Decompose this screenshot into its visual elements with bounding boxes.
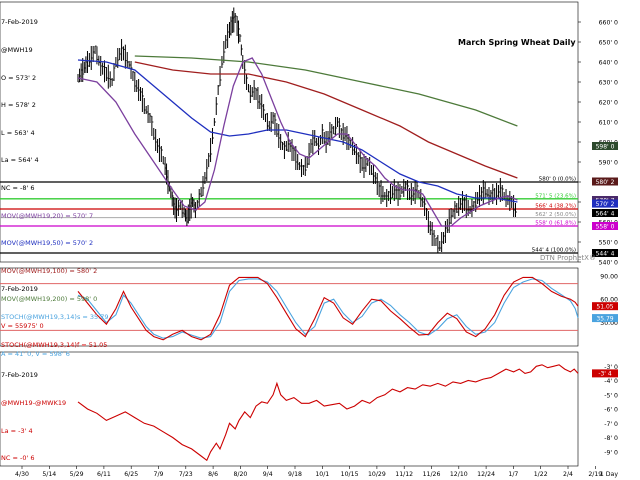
stoch-fast-label: STOCH(@MWH19,3,14)f = 51.05 [1, 340, 108, 349]
price-tick-label-2: 640' 0 [599, 60, 618, 67]
price-tick-label-4: 620' 0 [599, 100, 618, 107]
spread-tick-label-5: -8' 0 [604, 435, 618, 442]
spread-last-label: La = -3' 4 [1, 426, 33, 435]
price-tag-5: 558' 0 [596, 223, 615, 230]
chart-title: March Spring Wheat Daily [458, 38, 576, 47]
spread-symbol-label: @MWH19-@MWK19 [1, 399, 67, 408]
fib-label-5: 544' 4 (100.0%) [532, 248, 576, 254]
x-tick-label-4: 6/25 [124, 471, 138, 478]
ohlc-net-change: NC = -8' 6 [1, 184, 35, 193]
price-tag-6: 544' 4 [596, 250, 615, 257]
spread-tick-label-4: -7' 0 [604, 421, 618, 428]
stoch-tag-1: 35.79 [596, 315, 613, 322]
spread-change-label: NC = -0' 6 [1, 454, 35, 463]
x-tick-label-2: 5/29 [70, 471, 84, 478]
spread-tick-label-2: -5' 0 [604, 392, 618, 399]
ohlc-low: L = 563' 4 [1, 128, 35, 137]
ohlc-high: H = 578' 2 [1, 101, 36, 110]
x-tick-label-9: 9/4 [263, 471, 273, 478]
price-tick-label-7: 590' 0 [599, 160, 618, 167]
stoch-tick-label-0: 90.00 [600, 273, 618, 280]
ohlc-open: O = 573' 2 [1, 73, 37, 82]
x-tick-label-10: 9/18 [288, 471, 302, 478]
x-tick-label-6: 7/23 [179, 471, 193, 478]
spread-tag-0: -3' 4 [598, 371, 612, 378]
spread-tick-label-6: -9' 0 [604, 449, 618, 456]
x-axis: 4/30 5/14 5/29 6/11 6/25 7/9 7/23 8/6 8/20 9/4 9/1… [15, 466, 618, 478]
spread-tick-label-1: -4' 0 [604, 378, 618, 385]
x-tick-label-8: 8/20 [233, 471, 247, 478]
x-tick-label-15: 11/26 [423, 471, 441, 478]
fib-label-1: 571' 5 (23.6%) [535, 193, 576, 199]
price-tag-3: 570' 2 [596, 201, 615, 208]
watermark: DTN ProphetX® [540, 254, 596, 262]
fib-label-3: 562' 2 (50.0%) [535, 212, 576, 218]
x-tick-label-11: 10/1 [315, 471, 329, 478]
stoch-tag-0: 51.05 [596, 303, 613, 310]
x-tick-label-7: 8/6 [208, 471, 218, 478]
x-tick-label-19: 1/22 [534, 471, 548, 478]
fib-label-0: 580' 0 (0.0%) [539, 177, 576, 183]
x-tick-label-17: 12/24 [477, 471, 495, 478]
price-tick-label-5: 610' 0 [599, 120, 618, 127]
spread-legend: 7-Feb-2019 @MWH19-@MWK19 La = -3' 4 NC =… [1, 353, 66, 473]
x-tick-label-18: 1/7 [508, 471, 518, 478]
fib-label-2: 566' 4 (38.2%) [535, 204, 576, 210]
x-tick-label-14: 11/12 [395, 471, 413, 478]
spread-panel: -3' 0-4' 0-5' 0-6' 0-7' 0-8' 0-9' 0-3' 4 [0, 351, 618, 467]
price-tick-label-12: 540' 0 [599, 260, 618, 267]
x-tick-label-20: 2/4 [563, 471, 573, 478]
x-tick-label-16: 12/10 [450, 471, 468, 478]
x-tick-label-12: 10/15 [341, 471, 359, 478]
spread-date-label: 7-Feb-2019 [1, 371, 38, 380]
price-symbol: @MWH19 [1, 46, 33, 55]
fib-label-4: 558' 0 (61.8%) [535, 221, 576, 227]
price-tag-0: 598' 0 [596, 143, 615, 150]
price-tag-4: 564' 4 [596, 210, 615, 217]
price-tick-label-1: 650' 0 [599, 40, 618, 47]
ma20-label: MOV(@MWH19,20) = 570' 7 [1, 211, 94, 220]
stoch-date-label: 7-Feb-2019 [1, 285, 38, 294]
stochastic-legend: 7-Feb-2019 STOCH(@MWH19,3,14)s = 35.79 S… [1, 267, 109, 359]
ohlc-last: La = 564' 4 [1, 156, 39, 165]
price-tick-label-11: 550' 0 [599, 240, 618, 247]
ma50-label: MOV(@MWH19,50) = 570' 2 [1, 239, 94, 248]
price-date-label: 7-Feb-2019 [1, 18, 38, 27]
stoch-slow-label: STOCH(@MWH19,3,14)s = 35.79 [1, 313, 109, 322]
price-tick-label-3: 630' 0 [599, 80, 618, 87]
spread-tick-label-3: -6' 0 [604, 407, 618, 414]
x-tick-label-5: 7/9 [154, 471, 164, 478]
x-tick-label-3: 6/11 [97, 471, 111, 478]
x-tick-label-13: 10/29 [368, 471, 386, 478]
x-unit-label: 1 Day [600, 471, 618, 478]
price-tag-1: 580' 2 [596, 179, 615, 186]
price-tick-label-0: 660' 0 [599, 20, 618, 27]
